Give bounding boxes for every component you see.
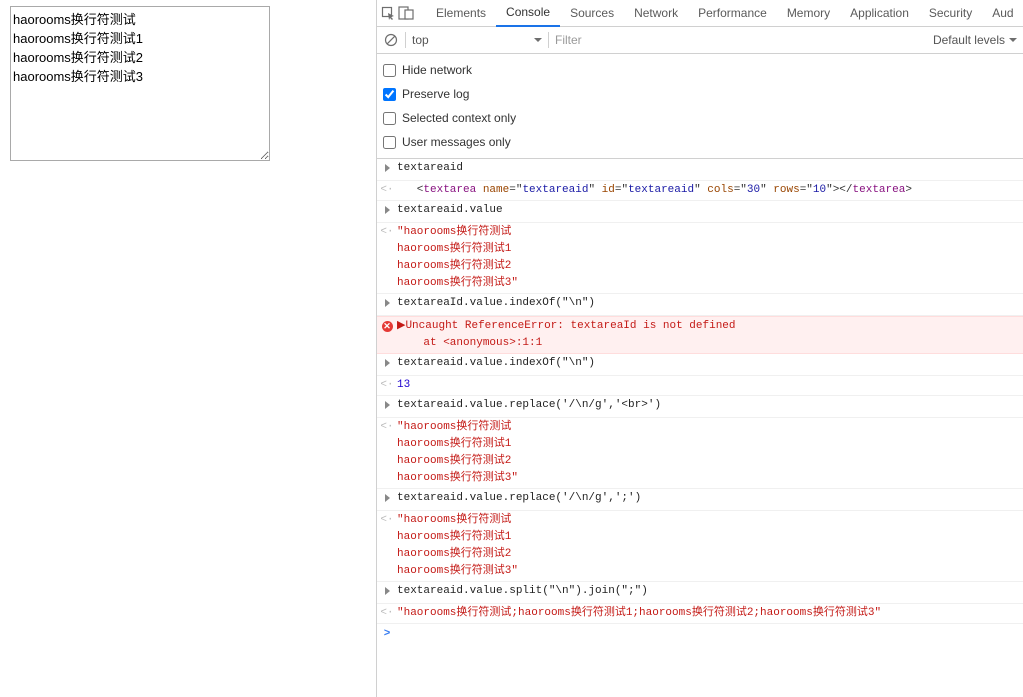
- context-select-label: top: [412, 33, 429, 47]
- log-content: textareaid.value.split("\n").join(";"): [397, 583, 1023, 600]
- tab-sources[interactable]: Sources: [560, 0, 624, 27]
- devtools-tabbar: ElementsConsoleSourcesNetworkPerformance…: [377, 0, 1023, 27]
- page-textarea[interactable]: [10, 6, 270, 161]
- log-content: ▶Uncaught ReferenceError: textareaId is …: [397, 318, 1023, 352]
- selected-context-label[interactable]: Selected context only: [402, 111, 516, 125]
- log-content: "haorooms换行符测试 haorooms换行符测试1 haorooms换行…: [397, 224, 1023, 292]
- log-content: textareaid.value: [397, 202, 1023, 219]
- tab-console[interactable]: Console: [496, 0, 560, 27]
- gutter-icon: <·: [377, 377, 397, 394]
- console-row: textareaid.value.indexOf("\n"): [377, 354, 1023, 376]
- gutter-icon: <·: [377, 512, 397, 529]
- log-content: textareaid.value.replace('/\n/g',';'): [397, 490, 1023, 507]
- tab-aud[interactable]: Aud: [982, 0, 1023, 27]
- hide-network-checkbox[interactable]: [383, 64, 396, 77]
- tab-memory[interactable]: Memory: [777, 0, 840, 27]
- console-options: Hide network Preserve log Selected conte…: [377, 54, 1023, 159]
- log-levels-select[interactable]: Default levels: [933, 33, 1017, 47]
- gutter-icon: [377, 355, 397, 374]
- console-row: <· <textarea name="textareaid" id="texta…: [377, 181, 1023, 201]
- console-filterbar: top Default levels: [377, 27, 1023, 54]
- console-row: textareaid.value.split("\n").join(";"): [377, 582, 1023, 604]
- console-row: <·"haorooms换行符测试 haorooms换行符测试1 haorooms…: [377, 418, 1023, 489]
- tab-elements[interactable]: Elements: [426, 0, 496, 27]
- console-row: textareaid: [377, 159, 1023, 181]
- gutter-icon: [377, 160, 397, 179]
- log-content: "haorooms换行符测试 haorooms换行符测试1 haorooms换行…: [397, 512, 1023, 580]
- log-content: textareaid.value.replace('/\n/g','<br>'): [397, 397, 1023, 414]
- separator: [548, 32, 549, 48]
- log-content: "haorooms换行符测试 haorooms换行符测试1 haorooms换行…: [397, 419, 1023, 487]
- preserve-log-checkbox[interactable]: [383, 88, 396, 101]
- selected-context-checkbox[interactable]: [383, 112, 396, 125]
- device-toggle-icon[interactable]: [398, 2, 414, 24]
- separator: [405, 32, 406, 48]
- log-content: textareaid.value.indexOf("\n"): [397, 355, 1023, 372]
- log-content: "haorooms换行符测试;haorooms换行符测试1;haorooms换行…: [397, 605, 1023, 622]
- log-content: 13: [397, 377, 1023, 394]
- user-messages-checkbox[interactable]: [383, 136, 396, 149]
- console-row: textareaid.value: [377, 201, 1023, 223]
- preserve-log-label[interactable]: Preserve log: [402, 87, 469, 101]
- gutter-icon: <·: [377, 419, 397, 436]
- console-row: textareaid.value.replace('/\n/g','<br>'): [377, 396, 1023, 418]
- chevron-down-icon: [1009, 38, 1017, 42]
- console-prompt[interactable]: >: [377, 624, 1023, 645]
- console-row: <·13: [377, 376, 1023, 396]
- log-content: textareaid: [397, 160, 1023, 177]
- console-row: <·"haorooms换行符测试;haorooms换行符测试1;haorooms…: [377, 604, 1023, 624]
- console-row: <·"haorooms换行符测试 haorooms换行符测试1 haorooms…: [377, 223, 1023, 294]
- clear-console-icon[interactable]: [383, 32, 399, 48]
- log-content: <textarea name="textareaid" id="textarea…: [397, 182, 1023, 199]
- log-levels-label: Default levels: [933, 33, 1005, 47]
- log-content: textareaId.value.indexOf("\n"): [397, 295, 1023, 312]
- gutter-icon: [377, 202, 397, 221]
- console-filter-input[interactable]: [555, 33, 855, 47]
- user-messages-label[interactable]: User messages only: [402, 135, 511, 149]
- inspect-icon[interactable]: [381, 2, 396, 24]
- gutter-icon: <·: [377, 182, 397, 199]
- chevron-down-icon: [534, 38, 542, 42]
- console-log-area[interactable]: textareaid<· <textarea name="textareaid"…: [377, 159, 1023, 697]
- gutter-icon: [377, 490, 397, 509]
- tab-security[interactable]: Security: [919, 0, 982, 27]
- gutter-icon: <·: [377, 224, 397, 241]
- execution-context-select[interactable]: top: [412, 33, 542, 47]
- console-row: <·"haorooms换行符测试 haorooms换行符测试1 haorooms…: [377, 511, 1023, 582]
- console-row: ✕▶Uncaught ReferenceError: textareaId is…: [377, 316, 1023, 354]
- gutter-icon: <·: [377, 605, 397, 622]
- console-row: textareaid.value.replace('/\n/g',';'): [377, 489, 1023, 511]
- gutter-icon: [377, 295, 397, 314]
- tab-application[interactable]: Application: [840, 0, 919, 27]
- gutter-icon: [377, 583, 397, 602]
- console-row: textareaId.value.indexOf("\n"): [377, 294, 1023, 316]
- gutter-icon: [377, 397, 397, 416]
- gutter-icon: ✕: [377, 318, 397, 336]
- devtools-panel: ElementsConsoleSourcesNetworkPerformance…: [376, 0, 1023, 697]
- tab-network[interactable]: Network: [624, 0, 688, 27]
- prompt-icon: >: [377, 626, 397, 643]
- tab-performance[interactable]: Performance: [688, 0, 777, 27]
- hide-network-label[interactable]: Hide network: [402, 63, 472, 77]
